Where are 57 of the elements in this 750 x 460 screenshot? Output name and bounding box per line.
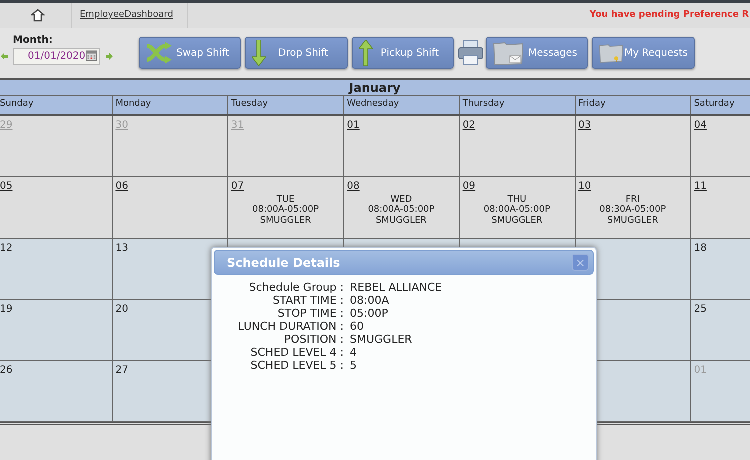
shift-summary[interactable]: THU 08:00A-05:00P SMUGGLER xyxy=(462,195,572,226)
home-icon[interactable] xyxy=(31,9,45,22)
down-arrow-icon xyxy=(252,40,266,66)
weekday-header: Sunday xyxy=(0,96,112,114)
date-link[interactable]: 03 xyxy=(578,120,592,130)
field-value: 5 xyxy=(350,359,358,372)
weekday-header: Thursday xyxy=(459,96,576,114)
field-label: STOP TIME : xyxy=(276,307,344,320)
date-link[interactable]: 11 xyxy=(694,181,707,192)
field-label: LUNCH DURATION : xyxy=(237,320,344,333)
date-link[interactable]: 10 xyxy=(578,181,592,192)
field-value: SMUGGLER xyxy=(350,333,414,346)
printer-icon[interactable] xyxy=(458,40,484,66)
shift-summary[interactable]: WED 08:00A-05:00P SMUGGLER xyxy=(347,195,456,226)
date-number: 18 xyxy=(694,243,707,254)
field-label: START TIME : xyxy=(272,294,344,307)
month-date-field[interactable]: 01/01/2020 xyxy=(13,48,100,64)
date-link[interactable]: 06 xyxy=(116,181,128,192)
field-value: 60 xyxy=(350,320,365,333)
date-number: 20 xyxy=(116,304,128,315)
swap-icon xyxy=(146,42,172,64)
up-arrow-icon xyxy=(359,40,373,66)
date-number: 01 xyxy=(694,365,707,376)
shift-summary[interactable]: FRI 08:30A-05:00P SMUGGLER xyxy=(578,195,688,226)
weekday-header: Wednesday xyxy=(344,96,460,114)
shift-summary[interactable]: TUE 08:00A-05:00P SMUGGLER xyxy=(231,195,340,226)
date-link[interactable]: 02 xyxy=(462,120,476,130)
date-link[interactable]: 07 xyxy=(231,181,244,192)
calendar-icon[interactable] xyxy=(86,50,97,62)
date-link[interactable]: 05 xyxy=(0,181,13,192)
date-number: 25 xyxy=(694,304,707,315)
weekday-header: Saturday xyxy=(690,96,750,114)
field-value: 4 xyxy=(350,346,358,359)
date-link[interactable]: 04 xyxy=(694,120,707,130)
field-value: 05:00P xyxy=(350,307,390,320)
date-link[interactable]: 01 xyxy=(347,120,360,130)
weekday-header: Friday xyxy=(575,96,691,114)
date-number: 26 xyxy=(0,365,13,376)
field-value: 08:00A xyxy=(350,294,390,307)
date-number: 19 xyxy=(0,304,13,315)
date-number: 12 xyxy=(0,243,13,254)
dialog-title: Schedule Details xyxy=(227,254,340,272)
weekday-header: Monday xyxy=(112,96,228,114)
month-label: Month: xyxy=(13,36,54,46)
field-label: SCHED LEVEL 4 : xyxy=(250,346,344,359)
month-title: January xyxy=(0,78,750,95)
weekday-header: Tuesday xyxy=(228,96,344,114)
date-number: 13 xyxy=(116,243,128,254)
folder-envelope-icon xyxy=(493,40,525,66)
date-link[interactable]: 09 xyxy=(462,181,476,192)
field-value: REBEL ALLIANCE xyxy=(350,281,444,294)
date-link[interactable]: 08 xyxy=(347,181,360,192)
date-number: 27 xyxy=(116,365,128,376)
field-label: Schedule Group : xyxy=(248,281,344,294)
pending-notice: You have pending Preference R xyxy=(590,8,749,22)
field-label: POSITION : xyxy=(283,333,344,346)
field-label: SCHED LEVEL 5 : xyxy=(250,359,344,372)
